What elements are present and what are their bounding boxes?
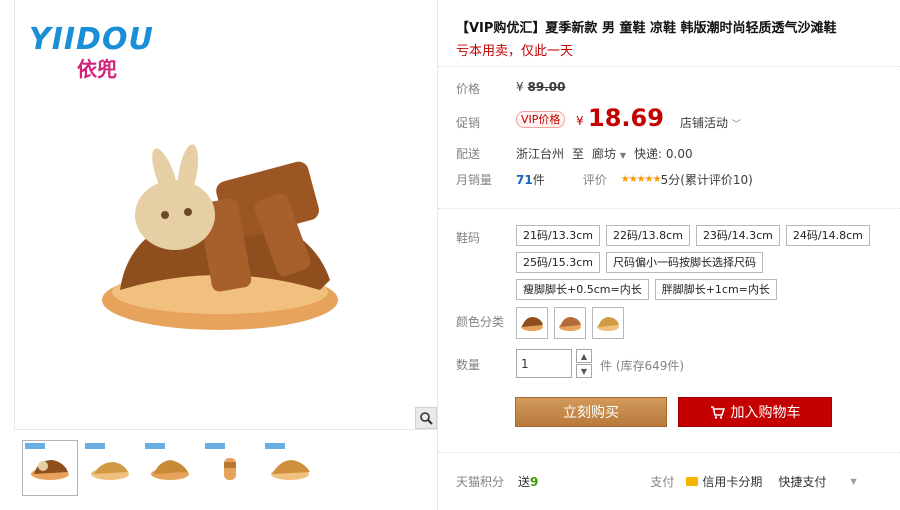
bottom-info-row: 天猫积分 送 9 支付 信用卡分期 快捷支付 ▼ xyxy=(456,473,857,490)
color-options xyxy=(516,307,624,339)
rating-score: 5分 xyxy=(660,173,681,187)
brand-logo-cn: 依兜 xyxy=(77,57,117,81)
thumbnail-3[interactable] xyxy=(142,440,198,496)
sales-label: 月销量 xyxy=(456,173,493,187)
size-option[interactable]: 尺码偏小一码按脚长选择尺码 xyxy=(605,252,763,273)
size-option[interactable]: 22码/13.8cm xyxy=(605,225,690,246)
divider xyxy=(438,208,900,209)
promo-currency: ¥ xyxy=(576,114,584,128)
points-number: 9 xyxy=(530,474,539,489)
shipping-destination-select[interactable]: 廊坊 ▼ xyxy=(592,145,626,162)
size-option[interactable]: 25码/15.3cm xyxy=(516,252,600,273)
thumbnail-1[interactable] xyxy=(22,440,78,496)
thumb-sandal-icon xyxy=(224,458,236,480)
quantity-stepper: ▲ ▼ xyxy=(576,349,592,379)
add-to-cart-label: 加入购物车 xyxy=(730,405,801,421)
product-gallery: YIIDOU 依兜 xyxy=(14,0,438,510)
store-activity-label: 店铺活动 xyxy=(680,116,729,130)
size-options: 21码/13.3cm 22码/13.8cm 23码/14.3cm 24码/14.… xyxy=(516,225,896,300)
vip-price-tag: VIP价格 xyxy=(516,111,566,128)
thumb-logo xyxy=(85,443,105,449)
color-option-3[interactable] xyxy=(592,307,624,339)
quantity-decrease-icon[interactable]: ▼ xyxy=(576,364,592,378)
price-area: 价格 ¥ 89.00 促销 VIP价格 ¥ 18.69 店铺活动 ﹀ 配送 浙江… xyxy=(438,66,900,194)
stock-info: 件 (库存649件) xyxy=(600,359,685,373)
size-option[interactable]: 21码/13.3cm xyxy=(516,225,600,246)
thumbnail-5[interactable] xyxy=(262,440,318,496)
thumb-logo xyxy=(145,443,165,449)
original-price-value: 89.00 xyxy=(527,80,566,94)
price-label: 价格 xyxy=(456,82,481,96)
size-option[interactable]: 胖脚脚长+1cm=内长 xyxy=(654,279,777,300)
credit-card-icon xyxy=(686,477,699,486)
shipping-from: 浙江台州 xyxy=(516,147,565,161)
quantity-label: 数量 xyxy=(456,358,481,372)
color-option-2[interactable] xyxy=(554,307,586,339)
shipping-express: 快递: 0.00 xyxy=(634,147,693,161)
rating-stars-icon: ★★★★★ xyxy=(620,174,662,185)
product-title: 【VIP购优汇】夏季新款 男 童鞋 凉鞋 韩版潮时尚轻质透气沙滩鞋 xyxy=(456,21,837,36)
thumb-sandal-icon xyxy=(31,460,69,480)
payment-credit[interactable]: 信用卡分期 xyxy=(702,473,762,490)
thumbnail-2[interactable] xyxy=(82,440,138,496)
shipping-info: 浙江台州 至 廊坊 ▼ 快递: 0.00 xyxy=(516,145,693,162)
caret-down-icon: ▼ xyxy=(619,151,627,160)
shipping-label: 配送 xyxy=(456,147,481,161)
divider xyxy=(438,452,900,453)
color-option-1[interactable] xyxy=(516,307,548,339)
magnifier-icon xyxy=(420,412,433,425)
thumb-sandal-icon xyxy=(151,460,189,480)
cart-icon xyxy=(710,405,725,419)
color-label: 颜色分类 xyxy=(456,315,505,329)
promo-price: 18.69 xyxy=(588,104,664,132)
brand-logo: YIIDOU 依兜 xyxy=(29,22,154,82)
quantity-increase-icon[interactable]: ▲ xyxy=(576,349,592,363)
sales-unit: 件 xyxy=(532,173,545,187)
sales-info: 71 件 评价 ★★★★★ 5分 (累计评价10) xyxy=(516,171,753,188)
sandal-image xyxy=(102,144,338,330)
thumbnail-4[interactable] xyxy=(202,440,258,496)
add-to-cart-button[interactable]: 加入购物车 xyxy=(678,397,832,427)
main-product-image[interactable]: YIIDOU 依兜 xyxy=(14,0,438,430)
payment-label: 支付 xyxy=(650,475,675,489)
size-option[interactable]: 瘦脚脚长+0.5cm=内长 xyxy=(516,279,649,300)
points-value: 送 xyxy=(518,475,531,489)
caret-down-icon[interactable]: ▼ xyxy=(850,477,856,486)
buy-now-button[interactable]: 立刻购买 xyxy=(515,397,667,427)
thumb-sandal-icon xyxy=(91,462,129,480)
quantity-input[interactable] xyxy=(516,349,572,378)
shipping-to-word: 至 xyxy=(572,147,585,161)
original-price: ¥ 89.00 xyxy=(516,80,565,94)
size-label: 鞋码 xyxy=(456,231,481,245)
currency-symbol: ¥ xyxy=(516,80,524,94)
color-swatch-sandal-icon xyxy=(521,317,543,331)
payment-quick[interactable]: 快捷支付 xyxy=(778,473,826,490)
size-option[interactable]: 23码/14.3cm xyxy=(695,225,780,246)
chevron-down-icon: ﹀ xyxy=(731,120,741,130)
points-label: 天猫积分 xyxy=(456,475,505,489)
product-info-panel: 【VIP购优汇】夏季新款 男 童鞋 凉鞋 韩版潮时尚轻质透气沙滩鞋 亏本用卖，仅… xyxy=(438,0,900,510)
color-swatch-sandal-icon xyxy=(559,317,581,331)
thumbnail-strip xyxy=(14,434,438,500)
product-subtitle: 亏本用卖，仅此一天 xyxy=(456,44,574,59)
review-label: 评价 xyxy=(582,173,607,187)
zoom-button[interactable] xyxy=(415,407,437,429)
thumb-logo xyxy=(265,443,285,449)
thumb-sandal-icon xyxy=(271,460,310,480)
brand-logo-en: YIIDOU xyxy=(29,22,154,57)
color-swatch-sandal-icon xyxy=(597,317,619,331)
promo-label: 促销 xyxy=(456,116,481,130)
sales-count: 71 xyxy=(516,172,533,187)
review-count-link[interactable]: (累计评价10) xyxy=(680,171,753,188)
thumb-logo xyxy=(205,443,225,449)
thumb-logo xyxy=(25,443,45,449)
store-activity-dropdown[interactable]: 店铺活动 ﹀ xyxy=(680,114,741,131)
size-option[interactable]: 24码/14.8cm xyxy=(785,225,870,246)
shipping-destination: 廊坊 xyxy=(592,147,617,161)
